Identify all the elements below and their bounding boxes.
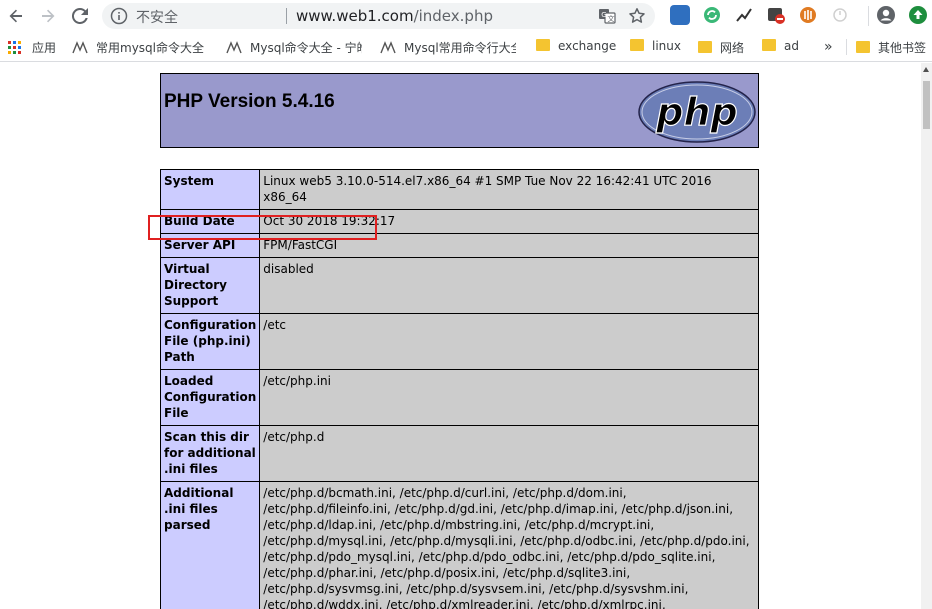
extension-speed-icon[interactable] [734,5,754,25]
table-row: Loaded Configuration File/etc/php.ini [159,369,759,426]
bookmark-page-icon [72,40,88,53]
profile-avatar-icon[interactable] [876,5,896,25]
row-value: Linux web5 3.10.0-514.el7.x86_64 #1 SMP … [259,169,759,210]
row-value: disabled [259,257,759,314]
vertical-scrollbar[interactable] [921,63,932,609]
overflow-icon: » [824,39,833,55]
omnibox-separator [286,8,287,24]
folder-icon [856,40,870,53]
bookmark-folder-other[interactable]: 其他书签 [856,39,926,56]
row-key: Scan this dir for additional .ini files [159,425,261,482]
server-api-highlight-box [148,215,377,240]
bookmark-mysql-cli[interactable]: Mysql常用命令行大全 [380,39,516,56]
page-viewport: PHP Version 5.4.16 php System Linux web5 … [0,63,921,609]
svg-text:G: G [601,11,606,19]
folder-icon [630,39,644,51]
table-row: Scan this dir for additional .ini files /… [159,425,759,482]
row-key: System [159,169,261,210]
forward-button[interactable] [36,4,60,28]
row-value: /etc [259,313,759,370]
bookmark-mysql-all[interactable]: Mysql命令大全 - 宁皓 [226,39,362,56]
toolbar-divider [868,6,869,26]
bookmark-folder-linux[interactable]: linux [630,39,681,53]
back-arrow-icon [9,9,22,23]
bookmarks-overflow-button[interactable]: » [824,39,833,55]
reload-icon [72,8,88,24]
url-host: www.web1.com [296,7,414,25]
back-button[interactable] [4,4,28,28]
row-key: Loaded Configuration File [159,369,261,426]
folder-icon [698,40,712,53]
table-row: Configuration File (php.ini) Path/etc [159,313,759,370]
update-arrow-icon[interactable] [908,5,928,25]
bookmark-page-icon [226,40,242,53]
scroll-up-arrow-icon[interactable] [923,67,929,72]
translate-icon[interactable]: G文 [598,7,616,29]
row-key: Configuration File (php.ini) Path [159,313,261,370]
table-row: Additional .ini files parsed/etc/php.d/b… [159,481,759,609]
scrollbar-thumb[interactable] [923,81,930,129]
bookmarks-divider [846,39,847,55]
apps-grid-icon [8,40,21,54]
bookmark-star-icon[interactable] [628,7,646,29]
svg-text:php: php [655,90,737,134]
table-row: Virtual Directory Support disabled [159,257,759,314]
forward-arrow-icon [42,9,55,23]
extension-sync-icon[interactable] [702,5,722,25]
extension-screenshot-icon[interactable] [670,5,690,25]
row-value: /etc/php.ini [259,369,759,426]
bookmarks-bar: 应用 常用mysql命令大全 Mysql命令大全 - 宁皓 Mysql常用命令行… [0,32,932,62]
row-value: /etc/php.d/bcmath.ini, /etc/php.d/curl.i… [259,481,759,609]
php-logo: php [638,81,756,143]
row-key: Additional .ini files parsed [159,481,261,609]
bookmark-apps[interactable]: 应用 [8,39,56,56]
extension-adblock-icon[interactable] [766,5,786,25]
info-icon[interactable] [110,7,128,29]
bookmark-folder-ad[interactable]: ad [762,39,799,53]
browser-toolbar: 不安全 www.web1.com/index.php G文 [0,0,932,32]
bookmark-folder-network[interactable]: 网络 [698,39,744,56]
page-title: PHP Version 5.4.16 [164,91,335,112]
folder-icon [762,39,776,51]
reload-button[interactable] [68,4,92,28]
bookmark-folder-exchange[interactable]: exchange [536,39,616,53]
bookmark-page-icon [380,40,396,53]
row-key: Virtual Directory Support [159,257,261,314]
address-bar[interactable]: 不安全 www.web1.com/index.php G文 [102,3,655,29]
security-label: 不安全 [136,10,178,26]
table-row: System Linux web5 3.10.0-514.el7.x86_64 #… [159,169,759,210]
bookmark-mysql-commands[interactable]: 常用mysql命令大全 [72,39,204,56]
extension-mouse-icon[interactable] [798,5,818,25]
folder-icon [536,39,550,51]
url-text[interactable]: www.web1.com/index.php [296,7,493,25]
extension-disabled-icon[interactable] [830,5,850,25]
php-version-header: PHP Version 5.4.16 php [160,73,759,148]
url-path: /index.php [413,7,493,25]
svg-text:文: 文 [608,14,615,23]
row-value: /etc/php.d [259,425,759,482]
